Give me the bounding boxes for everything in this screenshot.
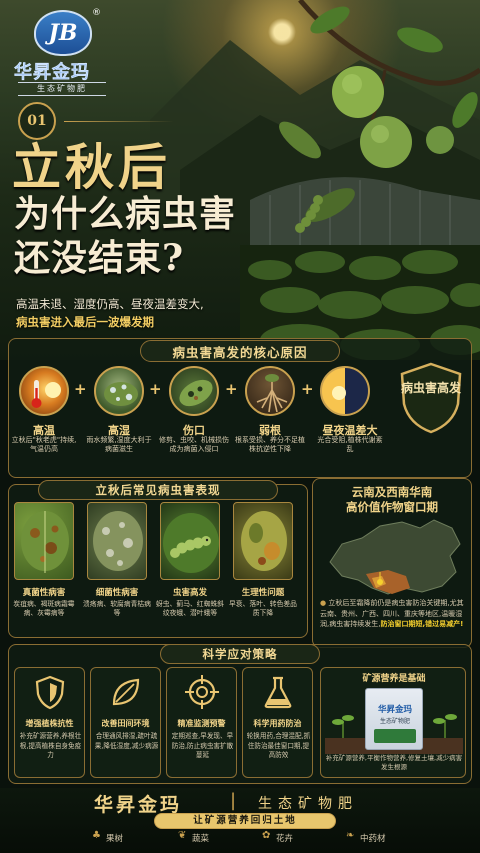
pest-desc-3: 早衰、落叶、转色差品质下降 [229, 600, 297, 617]
strategy-card-3: 科学用药防治 轮换用药,合理混配,抓住防治最佳窗口期,提高防效 [242, 667, 313, 778]
strategy-card-0: 增强植株抗性 补充矿源营养,养根壮根,提高植株自身免疫力 [14, 667, 85, 778]
vegetable-icon: ❦ [178, 830, 187, 841]
hero-title-line3: 还没结束? [14, 237, 185, 279]
bacterial-disease-photo [87, 502, 147, 580]
strategy-title-1: 改善田间环境 [101, 719, 150, 728]
region-highlight: 防治窗口期短,错过易减产! [380, 620, 464, 628]
plus-sign-3: + [225, 380, 238, 398]
footer-product: 生态矿物肥 [258, 796, 358, 812]
water-droplet-icon [94, 366, 144, 416]
base-title: 矿源营养是基础 [362, 674, 426, 684]
pest-desc-0: 炭疽病、褐斑病霜霉病、灰霉病等 [13, 600, 75, 617]
number-text: 01 [27, 113, 47, 129]
leaf-icon [112, 678, 140, 706]
number-badge: 01 [18, 102, 56, 140]
plus-sign-1: + [74, 380, 87, 398]
roots-icon [245, 366, 295, 416]
causes-section-title: 病虫害高发的核心原因 [140, 340, 340, 362]
title-divider [64, 121, 174, 122]
footer-slogan: 让矿源营养回归土地 [154, 813, 336, 829]
pest-title-3: 生理性问题 [241, 588, 285, 598]
fertilizer-bag: 华昇金玛 生态矿物肥 [365, 688, 423, 750]
shield-icon [400, 362, 462, 434]
registered-mark: ® [92, 8, 101, 18]
pest-desc-1: 溃疡病、软腐病青枯病等 [83, 600, 151, 617]
strategy-title-3: 科学用药防治 [253, 719, 302, 728]
base-desc: 补充矿源营养,平衡作物营养,修复土壤,减少病害发生根源 [325, 754, 463, 771]
region-description: ● 立秋后至霜降前仍是病虫害防治关键期,尤其云南、贵州、广西、四川、重庆等地区,… [320, 598, 466, 630]
hero-subtitle-line1: 高温未退、湿度仍高、昼夜温差变大, [16, 297, 204, 311]
result-shield: 病虫害高发 [398, 362, 464, 434]
strategy-title-2: 精准监测预警 [177, 719, 226, 728]
brand-tagline: 生态矿物肥 [18, 82, 106, 96]
logo-letters: JB [48, 20, 78, 46]
cause-desc-1: 雨水频繁,湿度大利于病菌滋生 [86, 436, 152, 453]
herb-icon: ❧ [346, 830, 355, 841]
cause-desc-3: 根系受损、养分不足植株抗逆性下降 [235, 436, 305, 453]
cause-desc-0: 立秋后"秋老虎"持续,气温仍高 [11, 436, 77, 453]
insect-pest-photo [160, 502, 220, 580]
hero-title-line1: 立秋后 [12, 138, 172, 196]
crop-label-2: 花卉 [276, 834, 294, 844]
pest-title-2: 虫害高发 [172, 588, 207, 598]
strategies-section-title: 科学应对策略 [160, 644, 320, 664]
china-map [329, 519, 461, 595]
region-title-line1: 云南及西南华南 [351, 485, 433, 499]
pests-section-title: 立秋后常见病虫害表现 [38, 480, 278, 500]
plus-sign-2: + [149, 380, 162, 398]
sun-thermometer-icon [19, 366, 69, 416]
pest-title-0: 真菌性病害 [22, 588, 66, 598]
strategy-desc-2: 定期巡查,早发现、早防治,防止病虫害扩散蔓延 [171, 732, 234, 759]
plus-sign-4: + [301, 380, 314, 398]
crop-label-3: 中药材 [360, 834, 386, 844]
crop-label-0: 果树 [106, 834, 124, 844]
bag-subtitle: 生态矿物肥 [379, 718, 410, 725]
strategy-card-1: 改善田间环境 合理通风排湿,疏叶疏果,降低湿度,减少病源 [90, 667, 161, 778]
bag-label-stripe [374, 729, 416, 743]
fungal-disease-photo [14, 502, 74, 580]
hero-banner: JB ® 华昇金玛 生态矿物肥 01 立秋后 为什么病虫害 还没结束? 高温未退… [0, 0, 480, 360]
strategy-title-0: 增强植株抗性 [25, 719, 74, 728]
brand-logo: JB [34, 10, 92, 56]
fruit-tree-icon: ♣ [92, 830, 101, 841]
pest-title-1: 细菌性病害 [95, 588, 139, 598]
cause-desc-2: 修剪、虫咬、机械损伤成为病菌入侵口 [159, 436, 229, 453]
strategy-desc-1: 合理通风排湿,疏叶疏果,降低湿度,减少病源 [94, 732, 159, 750]
base-nutrition-card: 矿源营养是基础 华昇金玛 生态矿物肥 补充矿源营养,平衡作物营养,修复土壤,减少… [320, 667, 466, 778]
flower-icon: ✿ [262, 830, 271, 841]
brand-name: 华昇金玛 [14, 62, 90, 83]
crop-label-1: 蔬菜 [192, 834, 210, 844]
bag-brand: 华昇金玛 [377, 705, 412, 715]
region-title-line2: 高价值作物窗口期 [346, 500, 438, 514]
strategy-desc-3: 轮换用药,合理混配,抓住防治最佳窗口期,提高防效 [246, 732, 311, 759]
footer-divider: | [230, 790, 237, 811]
flask-icon [264, 676, 292, 709]
strategy-desc-0: 补充矿源营养,养根壮根,提高植株自身免疫力 [19, 732, 82, 759]
hero-subtitle-line2: 病虫害进入最后一波爆发期 [16, 315, 154, 329]
damaged-leaf-icon [169, 366, 219, 416]
target-icon [185, 675, 219, 709]
physiological-problem-photo [233, 502, 293, 580]
pest-desc-2: 蚜虫、蓟马、红蜘蛛斜纹夜蛾、潜叶蛾等 [156, 600, 224, 617]
strategy-card-2: 精准监测预警 定期巡查,早发现、早防治,防止病虫害扩散蔓延 [166, 667, 237, 778]
sun-moon-icon [320, 366, 370, 416]
shield-icon [35, 675, 65, 710]
hero-title-line2: 为什么病虫害 [14, 193, 237, 235]
result-label: 病虫害高发 [400, 381, 461, 395]
cause-desc-4: 光合受阻,植株代谢紊乱 [317, 436, 383, 453]
